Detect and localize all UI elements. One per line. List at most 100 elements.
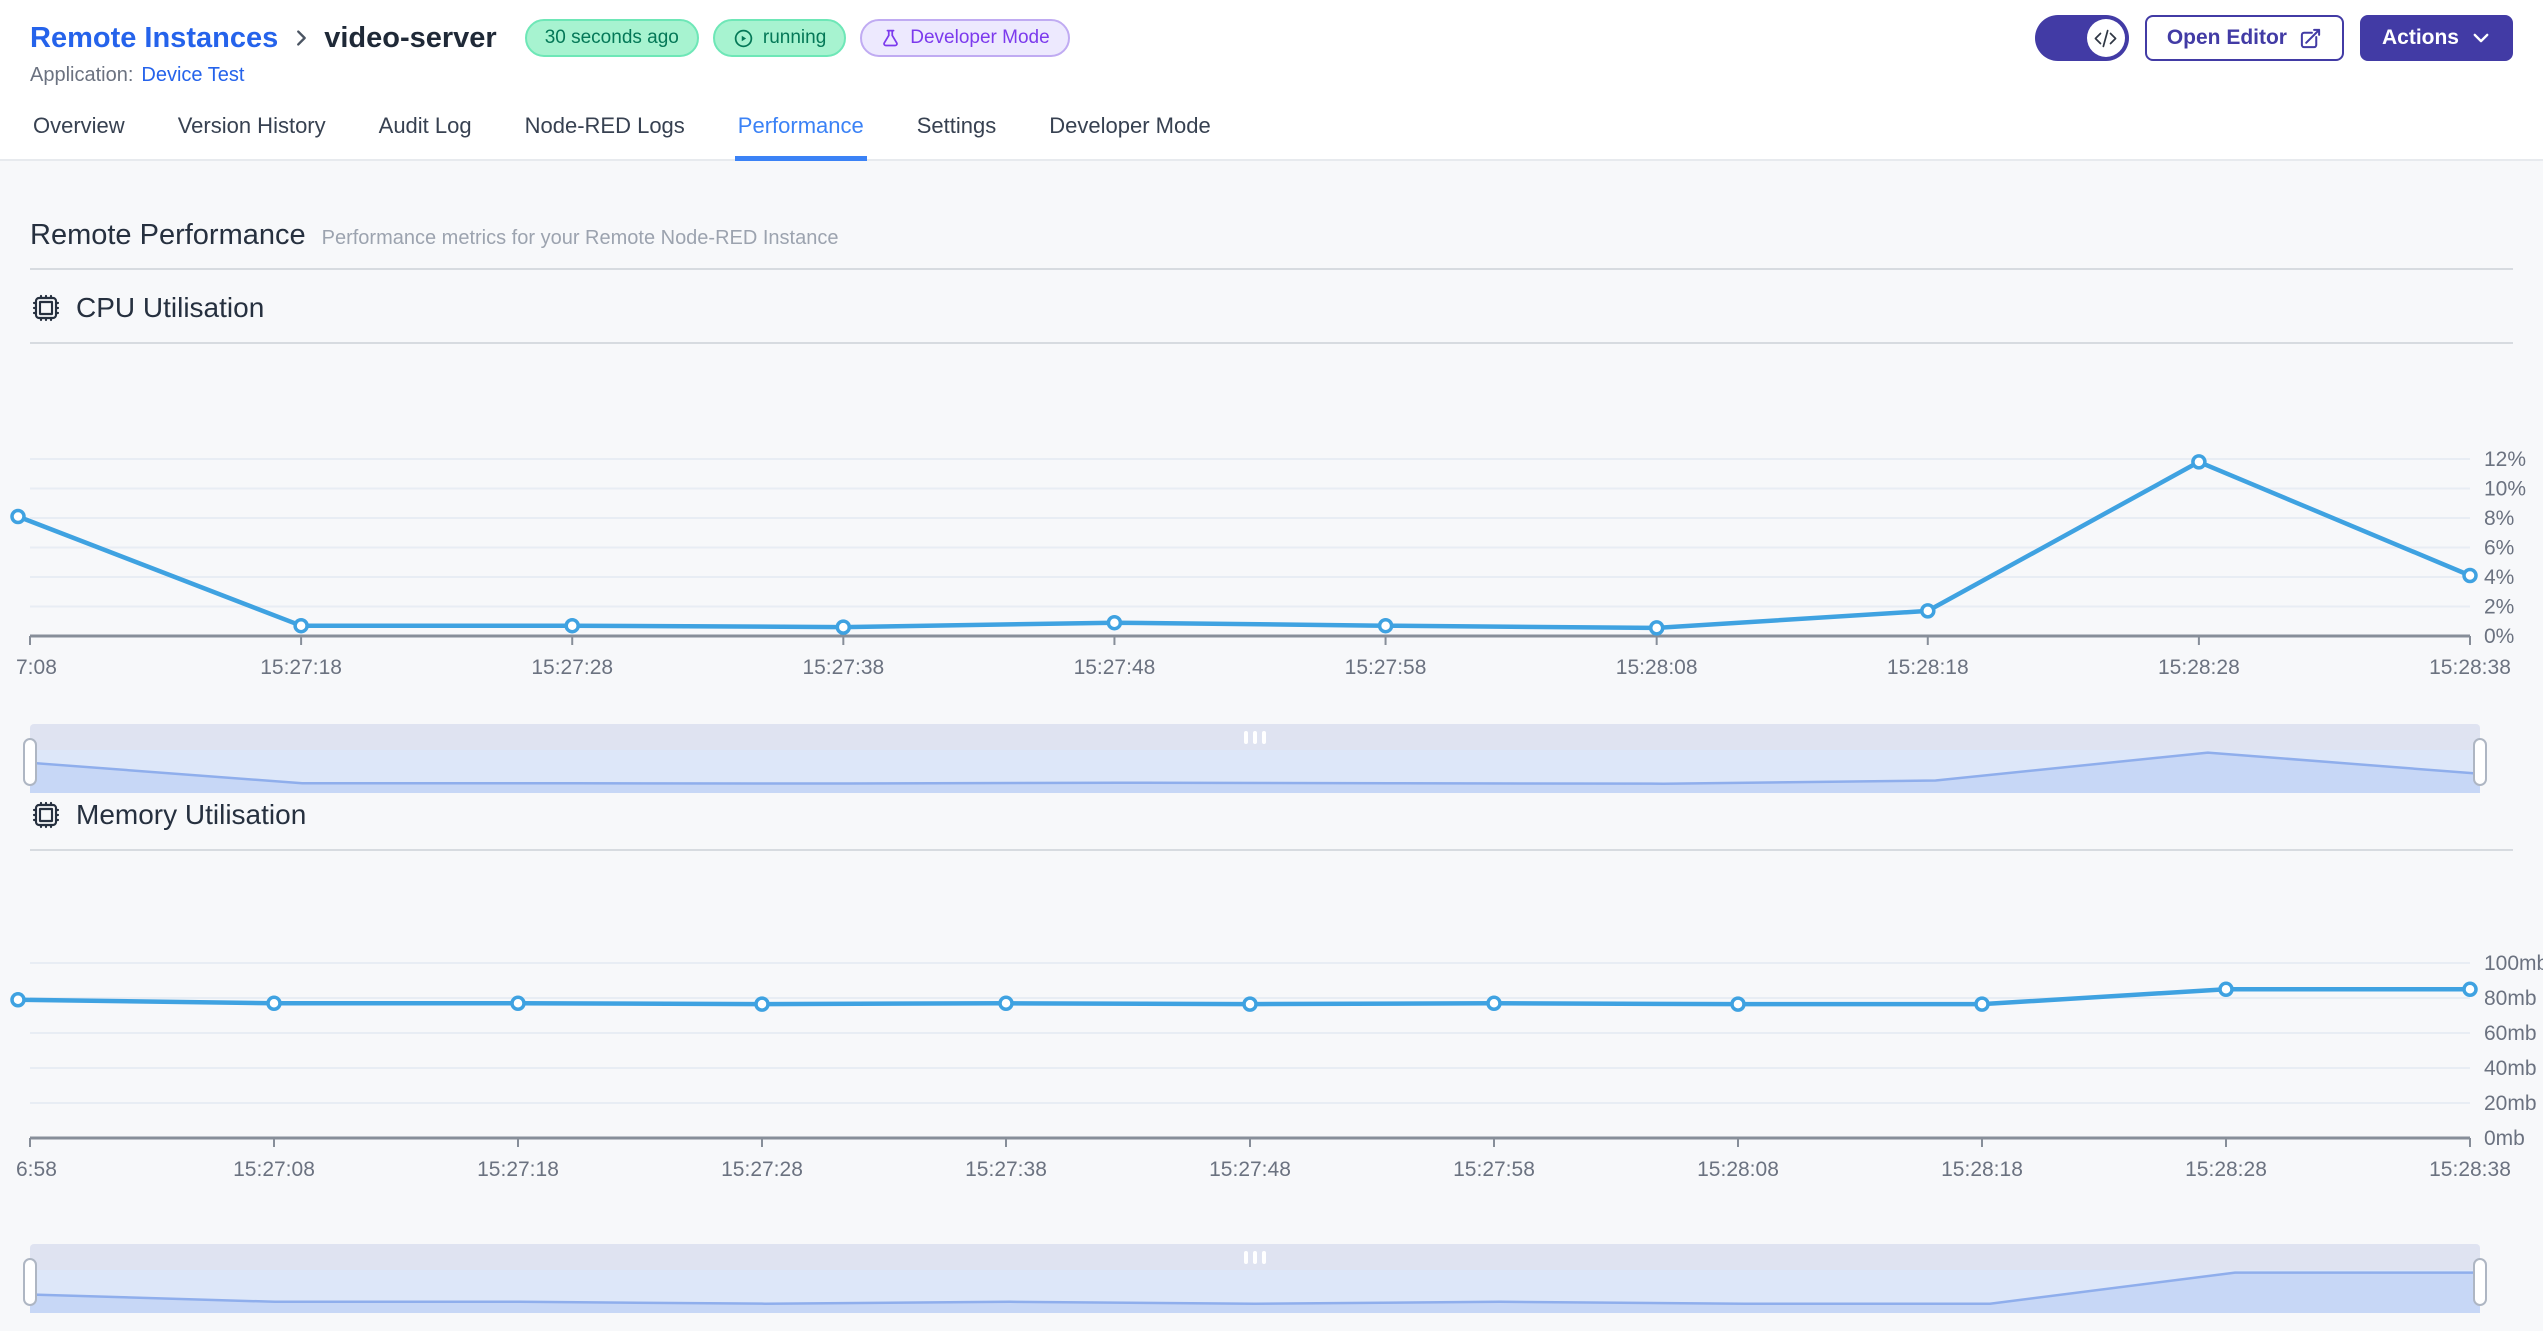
svg-text:15:28:28: 15:28:28 bbox=[2185, 1158, 2267, 1181]
cpu-chart-range-brush[interactable] bbox=[23, 724, 2487, 793]
svg-text:7:08: 7:08 bbox=[16, 656, 57, 679]
tab-performance[interactable]: Performance bbox=[734, 99, 867, 161]
chevron-right-icon bbox=[290, 27, 312, 49]
cpu-section-heading: CPU Utilisation bbox=[30, 290, 2513, 326]
open-editor-button[interactable]: Open Editor bbox=[2144, 15, 2344, 61]
application-row: Application: Device Test bbox=[30, 64, 2513, 87]
application-label: Application: bbox=[30, 64, 134, 86]
brush-handle-right[interactable] bbox=[2473, 738, 2487, 786]
memory-brush-area bbox=[30, 1271, 2480, 1313]
svg-text:15:28:18: 15:28:18 bbox=[1941, 1158, 2023, 1181]
developer-mode-badge: Developer Mode bbox=[860, 19, 1070, 57]
drag-grip-icon bbox=[1253, 1250, 1257, 1264]
code-bracket-icon bbox=[2094, 27, 2117, 50]
memory-chart: 0mb 20mb 40mb 60mb 80mb 100mb 6:58 15:27:08 15:2… bbox=[10, 952, 2543, 1181]
svg-text:60mb: 60mb bbox=[2484, 1022, 2537, 1045]
memory-chart-range-brush[interactable] bbox=[23, 1244, 2487, 1313]
brush-handle-left[interactable] bbox=[23, 1258, 37, 1306]
breadcrumb: Remote Instances video-server 30 seconds… bbox=[30, 14, 2513, 62]
drag-grip-icon bbox=[1244, 730, 1248, 744]
cpu-section-title: CPU Utilisation bbox=[76, 292, 265, 323]
tab-version-history[interactable]: Version History bbox=[175, 99, 329, 161]
svg-text:40mb: 40mb bbox=[2484, 1057, 2537, 1080]
actions-button[interactable]: Actions bbox=[2359, 15, 2513, 61]
tab-settings[interactable]: Settings bbox=[914, 99, 1000, 161]
svg-text:0mb: 0mb bbox=[2484, 1127, 2525, 1150]
external-link-icon bbox=[2299, 27, 2322, 50]
svg-text:15:27:28: 15:27:28 bbox=[721, 1158, 803, 1181]
page-header: Remote Instances video-server 30 seconds… bbox=[0, 0, 2543, 87]
tab-bar: Overview Version History Audit Log Node-RED… bbox=[0, 99, 2543, 161]
svg-text:6:58: 6:58 bbox=[16, 1158, 57, 1181]
svg-text:15:27:38: 15:27:38 bbox=[802, 656, 884, 679]
header-actions: Open Editor Actions bbox=[2034, 15, 2513, 61]
svg-text:80mb: 80mb bbox=[2484, 987, 2537, 1010]
developer-mode-label: Developer Mode bbox=[910, 27, 1050, 48]
brush-handle-left[interactable] bbox=[23, 738, 37, 786]
brush-drag-bar[interactable] bbox=[30, 1244, 2480, 1270]
tab-audit-log[interactable]: Audit Log bbox=[376, 99, 475, 161]
page-subtitle: Performance metrics for your Remote Node… bbox=[321, 227, 839, 249]
last-seen-label: 30 seconds ago bbox=[544, 27, 679, 48]
svg-text:15:28:08: 15:28:08 bbox=[1697, 1158, 1779, 1181]
cpu-chart: 0% 2% 4% 6% 8% 10% 12% 7:08 15:27:18 15:27:28 15:2… bbox=[10, 448, 2526, 679]
svg-text:100mb: 100mb bbox=[2484, 952, 2543, 975]
memory-section-heading: Memory Utilisation bbox=[30, 797, 2513, 833]
svg-text:15:27:08: 15:27:08 bbox=[233, 1158, 315, 1181]
performance-panel: Remote Performance Performance metrics f… bbox=[0, 161, 2543, 1331]
beaker-icon bbox=[880, 28, 901, 49]
open-editor-label: Open Editor bbox=[2166, 26, 2287, 49]
divider bbox=[30, 342, 2513, 344]
svg-text:8%: 8% bbox=[2484, 507, 2514, 530]
svg-text:15:28:18: 15:28:18 bbox=[1887, 656, 1969, 679]
status-badges: 30 seconds ago running Developer Mode bbox=[524, 19, 1070, 57]
svg-text:20mb: 20mb bbox=[2484, 1092, 2537, 1115]
svg-text:15:27:58: 15:27:58 bbox=[1453, 1158, 1535, 1181]
svg-text:15:28:28: 15:28:28 bbox=[2158, 656, 2240, 679]
svg-text:15:27:48: 15:27:48 bbox=[1074, 656, 1156, 679]
svg-text:15:28:38: 15:28:38 bbox=[2429, 1158, 2511, 1181]
svg-text:15:27:28: 15:27:28 bbox=[531, 656, 613, 679]
toggle-knob bbox=[2086, 19, 2125, 57]
svg-text:12%: 12% bbox=[2484, 448, 2526, 471]
tab-node-red-logs[interactable]: Node-RED Logs bbox=[522, 99, 688, 161]
breadcrumb-remote-instances-link[interactable]: Remote Instances bbox=[30, 22, 278, 55]
brush-handle-right[interactable] bbox=[2473, 1258, 2487, 1306]
tab-overview[interactable]: Overview bbox=[30, 99, 128, 161]
page-head: Remote Performance Performance metrics f… bbox=[30, 161, 2513, 252]
svg-text:0%: 0% bbox=[2484, 625, 2514, 648]
brush-minimap[interactable] bbox=[30, 1270, 2480, 1313]
svg-text:15:27:18: 15:27:18 bbox=[477, 1158, 559, 1181]
svg-text:15:27:18: 15:27:18 bbox=[260, 656, 342, 679]
cpu-chip-icon bbox=[30, 799, 62, 831]
drag-grip-icon bbox=[1262, 1250, 1266, 1264]
chevron-down-icon bbox=[2471, 28, 2491, 48]
status-label: running bbox=[762, 27, 827, 48]
status-badge: running bbox=[712, 19, 847, 57]
play-circle-icon bbox=[733, 28, 754, 49]
svg-text:4%: 4% bbox=[2484, 566, 2514, 589]
svg-text:15:28:38: 15:28:38 bbox=[2429, 656, 2511, 679]
actions-label: Actions bbox=[2381, 26, 2459, 49]
memory-section-title: Memory Utilisation bbox=[76, 799, 307, 830]
divider bbox=[30, 268, 2513, 270]
svg-text:15:28:08: 15:28:08 bbox=[1616, 656, 1698, 679]
brush-drag-bar[interactable] bbox=[30, 724, 2480, 750]
tab-developer-mode[interactable]: Developer Mode bbox=[1046, 99, 1213, 161]
instance-name: video-server bbox=[324, 21, 497, 54]
svg-text:10%: 10% bbox=[2484, 478, 2526, 501]
svg-text:6%: 6% bbox=[2484, 537, 2514, 560]
cpu-chip-icon bbox=[30, 292, 62, 324]
svg-text:15:27:58: 15:27:58 bbox=[1345, 656, 1427, 679]
drag-grip-icon bbox=[1262, 730, 1266, 744]
drag-grip-icon bbox=[1253, 730, 1257, 744]
svg-text:15:27:48: 15:27:48 bbox=[1209, 1158, 1291, 1181]
last-seen-badge: 30 seconds ago bbox=[524, 19, 699, 57]
cpu-brush-area bbox=[30, 751, 2480, 793]
developer-mode-toggle[interactable] bbox=[2034, 15, 2129, 61]
brush-minimap[interactable] bbox=[30, 750, 2480, 793]
divider bbox=[30, 849, 2513, 851]
drag-grip-icon bbox=[1244, 1250, 1248, 1264]
application-link[interactable]: Device Test bbox=[141, 64, 244, 87]
page-title: Remote Performance bbox=[30, 219, 306, 251]
